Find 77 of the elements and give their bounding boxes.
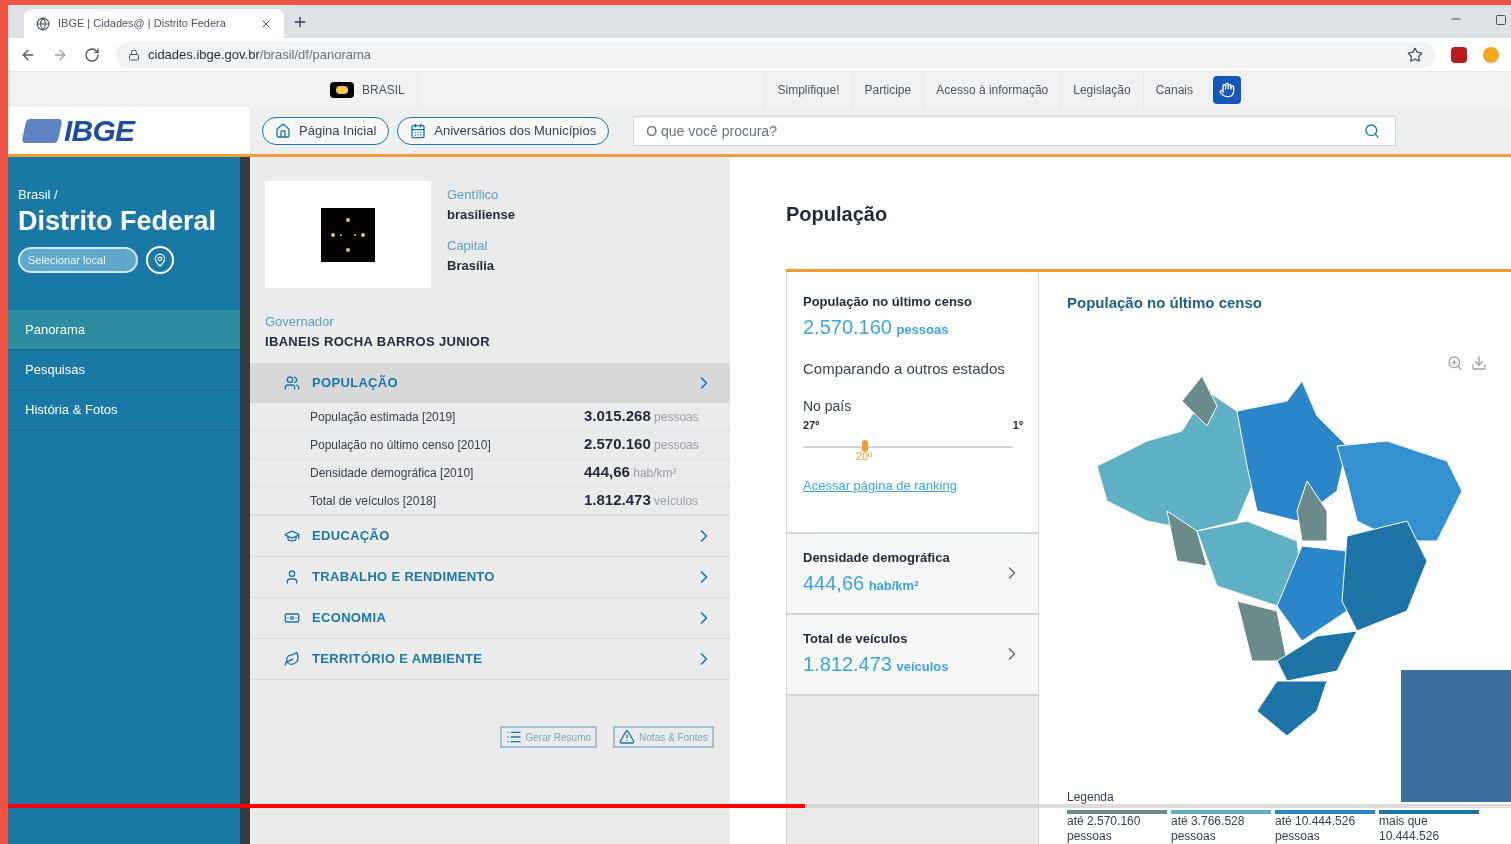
legend-label: mais que 10.444.526 — [1379, 814, 1441, 844]
location-button[interactable] — [146, 246, 174, 275]
section-icon — [284, 375, 300, 391]
indicator-label: População estimada [2019] — [310, 408, 457, 426]
reload-icon[interactable] — [84, 46, 100, 63]
section-icon — [284, 569, 300, 585]
nav-button[interactable]: Página Inicial — [262, 116, 390, 145]
rank-label: 27º — [803, 418, 820, 433]
section-header[interactable]: ECONOMIA — [250, 598, 730, 638]
logo-icon — [21, 118, 63, 143]
section-header[interactable]: TERRITÓRIO E AMBIENTE — [250, 639, 730, 679]
section-header[interactable]: POPULAÇÃO — [250, 363, 730, 403]
indicator-value: 444,66 hab/km² — [584, 462, 678, 483]
hand-icon — [1219, 81, 1235, 98]
indicator-value: 3.015.268 pessoas — [584, 406, 700, 427]
country-label: BRASIL — [362, 81, 405, 99]
warning-icon — [619, 729, 636, 745]
legend-label: até 2.570.160 pessoas — [1067, 814, 1142, 844]
field-label: Governador — [265, 313, 335, 331]
calendar-icon — [410, 122, 427, 139]
card-value: 444,66 hab/km² — [803, 570, 920, 596]
indicator-label: Densidade demográfica [2010] — [310, 464, 475, 482]
indicator-value: 2.570.160 pessoas — [584, 434, 700, 455]
lock-icon — [128, 48, 140, 61]
download-icon[interactable] — [1471, 354, 1487, 371]
zoom-icon[interactable] — [1447, 354, 1463, 371]
card-title: Total de veículos — [803, 630, 909, 649]
field-label: Capital — [447, 237, 489, 255]
card-value: 2.570.160 pessoas — [803, 314, 950, 340]
accessibility-button[interactable] — [1213, 75, 1241, 104]
scope-label: No país — [803, 397, 853, 416]
map-pin-icon — [153, 253, 167, 268]
legend-title: Legenda — [1067, 789, 1115, 806]
star-cross-drawing — [321, 207, 375, 262]
sidebar-item[interactable]: Panorama — [8, 310, 240, 351]
flag-icon — [330, 81, 354, 98]
bookmark-star-icon[interactable] — [1407, 46, 1423, 63]
rank-label: 1º — [1012, 418, 1023, 433]
indicator-value: 1.812.473 veículos — [584, 490, 700, 511]
url-text: cidades.ibge.gov.br/brasil/df/panorama — [148, 45, 372, 64]
section-title: População — [786, 202, 889, 227]
field-label: Gentílico — [447, 186, 500, 204]
nav-button[interactable]: Aniversários dos Municípios — [397, 116, 610, 145]
legend-label: até 10.444.526 pessoas — [1275, 814, 1357, 844]
section-header[interactable]: TRABALHO E RENDIMENTO — [250, 557, 730, 597]
indicator-card[interactable]: Densidade demográfica 444,66 hab/km² — [787, 531, 1038, 613]
section-icon — [284, 610, 300, 626]
card-title: População no último censo — [803, 293, 974, 311]
search-field[interactable]: O que você procura? — [633, 115, 1397, 146]
field-value: Brasília — [447, 256, 495, 275]
ranking-link[interactable]: Acessar página de ranking — [803, 476, 1022, 496]
page-title: Distrito Federal — [18, 204, 218, 238]
card-value: 1.812.473 veículos — [803, 651, 950, 677]
video-progress-track[interactable] — [8, 804, 1511, 808]
list-icon — [505, 729, 522, 745]
new-tab-icon[interactable] — [292, 14, 308, 30]
indicator-label: Total de veículos [2018] — [310, 492, 438, 510]
globe-icon — [36, 16, 50, 31]
rank-value: 20º — [855, 448, 874, 464]
indicator-card[interactable]: Total de veículos 1.812.473 veículos — [787, 612, 1038, 694]
card-title: Densidade demográfica — [803, 549, 951, 568]
browser-tab[interactable]: IBGE | Cidades@ | Distrito Federa — [24, 9, 284, 38]
section-header[interactable]: EDUCAÇÃO — [250, 516, 730, 556]
field-value: brasiliense — [447, 205, 515, 224]
search-icon[interactable] — [1364, 122, 1381, 139]
home-icon — [275, 122, 291, 139]
field-value: IBANEIS ROCHA BARROS JUNIOR — [265, 332, 491, 351]
breadcrumb[interactable]: Brasil / — [18, 185, 230, 205]
section-icon — [284, 651, 300, 667]
legend-label: até 3.766.528 pessoas — [1171, 814, 1246, 844]
address-field[interactable]: cidades.ibge.gov.br/brasil/df/panorama — [116, 41, 1435, 68]
compare-label: Comparando a outros estados — [803, 358, 1006, 379]
map-title: População no último censo — [1067, 293, 1263, 313]
section-icon — [284, 528, 300, 544]
indicator-label: População no último censo [2010] — [310, 436, 492, 454]
maximize-icon[interactable] — [1495, 14, 1507, 26]
extension-icon[interactable] — [1451, 46, 1467, 63]
